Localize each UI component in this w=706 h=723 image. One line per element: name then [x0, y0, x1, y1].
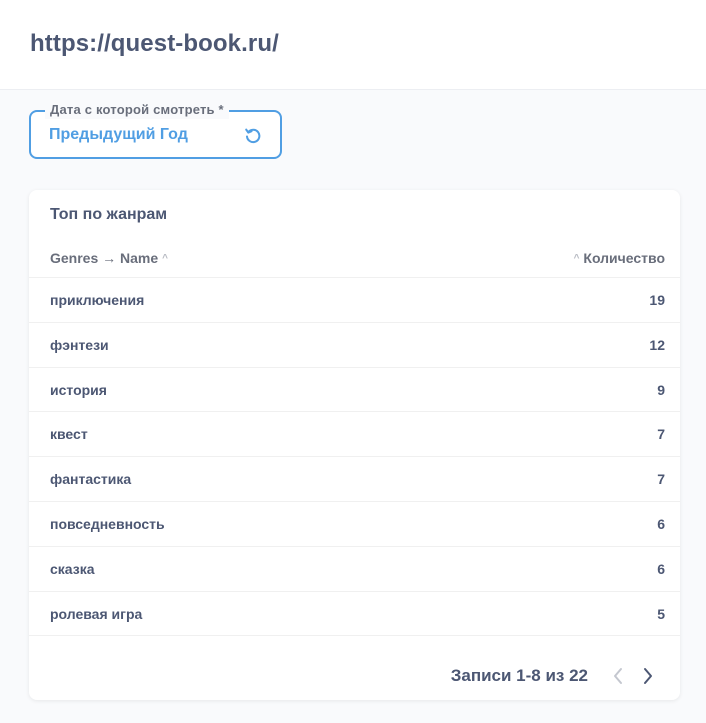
column-header-count[interactable]: ^ Количество — [574, 250, 665, 266]
column-header-name[interactable]: Genres → Name ^ — [50, 250, 168, 266]
sort-caret-icon: ^ — [162, 253, 168, 264]
genre-name: приключения — [50, 292, 145, 308]
genre-count: 9 — [657, 381, 665, 398]
genre-count: 12 — [649, 336, 665, 353]
genre-name: фэнтези — [50, 336, 109, 353]
page-title: https://quest-book.ru/ — [30, 30, 279, 57]
genre-count: 6 — [657, 560, 665, 577]
column-header-count-label: Количество — [583, 250, 665, 266]
date-filter-value[interactable]: Предыдущий Год — [49, 126, 188, 144]
refresh-icon[interactable] — [243, 126, 263, 146]
table-row: ролевая игра 5 — [29, 592, 680, 637]
table-row: повседневность 6 — [29, 502, 680, 547]
pagination-info: Записи 1-8 из 22 — [450, 666, 588, 685]
card-title: Топ по жанрам — [50, 206, 168, 223]
column-header-name-label: Genres → Name — [50, 250, 159, 266]
table-row: приключения 19 — [29, 278, 680, 323]
page-header: https://quest-book.ru/ — [0, 0, 706, 90]
genre-count: 7 — [657, 471, 665, 488]
table-row: квест 7 — [29, 412, 680, 458]
date-filter-label: Дата с которой смотреть * — [45, 101, 229, 119]
genre-name: сказка — [50, 560, 95, 577]
genres-card: Топ по жанрам Genres → Name ^ ^ Количест… — [29, 190, 680, 700]
genre-name: история — [50, 381, 107, 398]
table-row: фантастика 7 — [29, 457, 680, 502]
genre-count: 5 — [657, 605, 665, 622]
table-row: история 9 — [29, 368, 680, 413]
date-filter[interactable]: Дата с которой смотреть * Предыдущий Год — [29, 101, 282, 159]
genre-name: квест — [50, 426, 88, 443]
genre-name: повседневность — [50, 515, 165, 532]
genre-count: 6 — [657, 515, 665, 532]
sort-caret-icon: ^ — [573, 253, 580, 264]
genre-name: ролевая игра — [50, 605, 143, 622]
genre-count: 7 — [657, 426, 665, 443]
table-body: приключения 19 фэнтези 12 история 9 квес… — [29, 278, 680, 637]
genre-count: 19 — [649, 292, 665, 308]
chevron-left-icon[interactable] — [606, 664, 630, 688]
genre-name: фантастика — [50, 471, 132, 488]
table-row: сказка 6 — [29, 547, 680, 592]
chevron-right-icon[interactable] — [636, 664, 660, 688]
table-row: фэнтези 12 — [29, 323, 680, 368]
table-header: Genres → Name ^ ^ Количество — [29, 238, 680, 278]
pagination: Записи 1-8 из 22 — [451, 664, 660, 688]
